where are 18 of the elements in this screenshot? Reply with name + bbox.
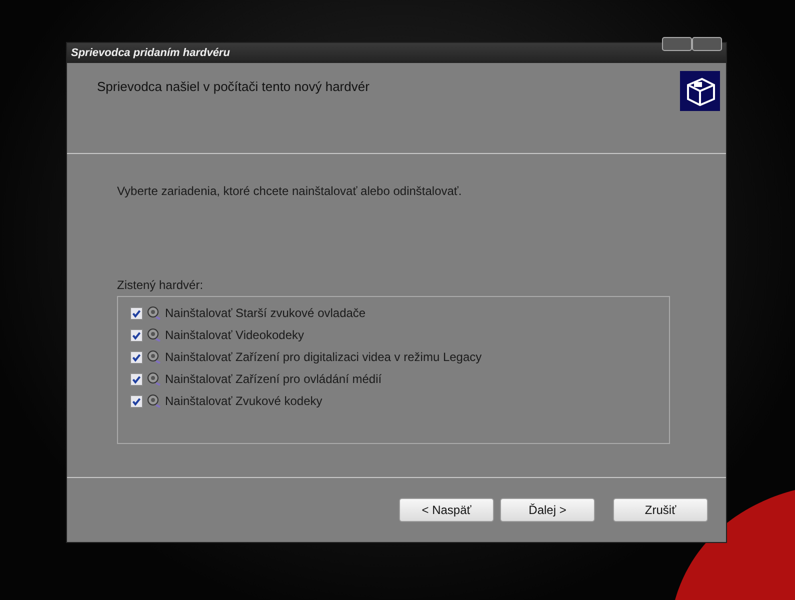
wizard-button[interactable]: < Naspäť <box>399 498 494 522</box>
hardware-item[interactable]: Nainštalovať Zařízení pro digitalizaci videa v režimu Legacy <box>165 350 482 364</box>
checkbox[interactable] <box>130 372 143 386</box>
hardware-item[interactable]: Nainštalovať Starší zvukové ovladače <box>165 306 366 320</box>
checkbox[interactable] <box>130 328 143 342</box>
checkbox[interactable] <box>130 306 143 320</box>
hardware-item[interactable]: Nainštalovať Zvukové kodeky <box>165 394 322 408</box>
list-label: Zistený hardvér: <box>117 278 204 292</box>
checkbox[interactable] <box>130 350 143 364</box>
wizard-button[interactable]: Zrušiť <box>613 498 708 522</box>
window-title: Sprievodca pridaním hardvéru <box>71 47 230 59</box>
hardware-item[interactable]: Nainštalovať Videokodeky <box>165 328 304 342</box>
hardware-item[interactable]: Nainštalovať Zařízení pro ovládání médií <box>165 372 382 386</box>
instruction-text: Vyberte zariadenia, ktoré chcete nainštalovať alebo odinštalovať. <box>117 184 463 198</box>
wizard-button[interactable]: Ďalej > <box>500 498 595 522</box>
hardware-icon <box>680 71 720 111</box>
header-title: Sprievodca našiel v počítači tento nový hardvér <box>97 79 370 94</box>
checkbox[interactable] <box>130 394 143 408</box>
